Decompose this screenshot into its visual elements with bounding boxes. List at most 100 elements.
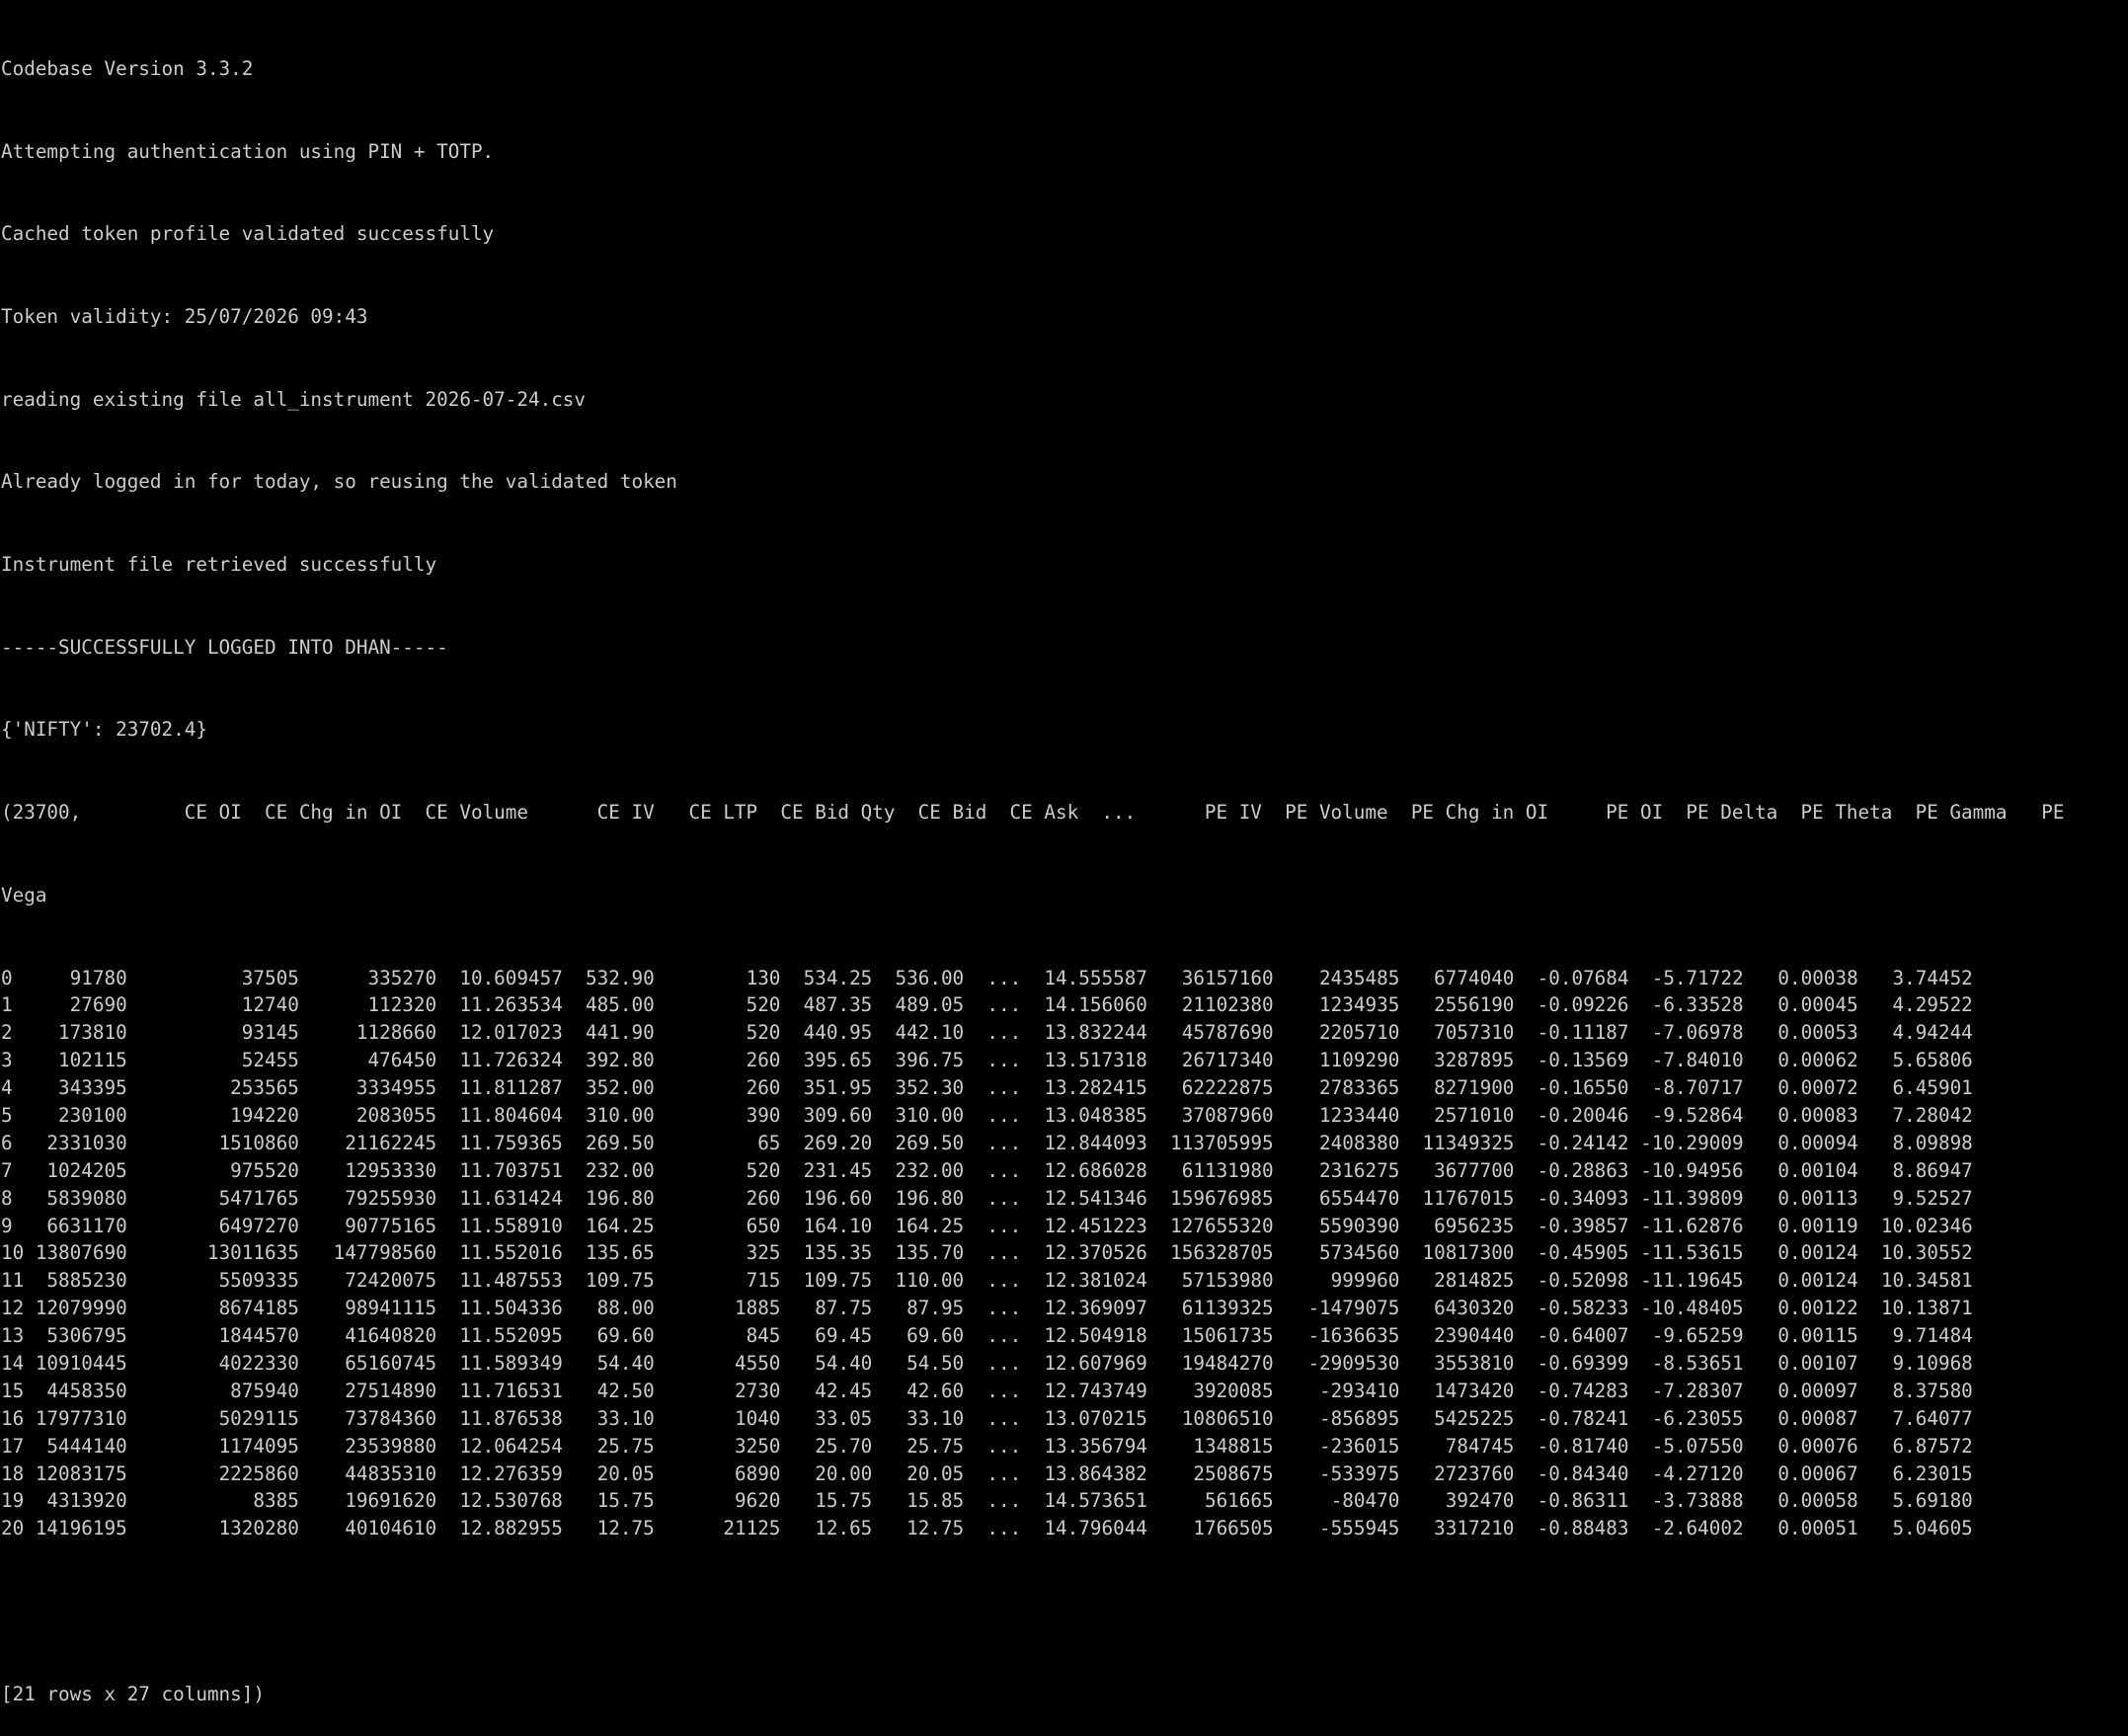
- table-row: 0 91780 37505 335270 10.609457 532.90 13…: [1, 965, 2128, 992]
- table-cell: 25.75: [562, 1434, 655, 1458]
- row-index: 4: [1, 1076, 25, 1100]
- table-cell: 15.75: [562, 1489, 655, 1513]
- table-cell: 1473420: [1399, 1379, 1515, 1402]
- table-cell: 5590390: [1273, 1214, 1400, 1237]
- table-row: 12 12079990 8674185 98941115 11.504336 8…: [1, 1295, 2128, 1322]
- table-cell: -0.28863: [1514, 1158, 1629, 1182]
- table-cell: -0.20046: [1514, 1104, 1629, 1127]
- table-cell: 10.34581: [1857, 1269, 1973, 1293]
- table-cell: 3317210: [1399, 1517, 1515, 1540]
- table-cell: 10.02346: [1857, 1214, 1973, 1237]
- table-cell: 2556190: [1399, 993, 1515, 1017]
- log-line: Cached token profile validated successfu…: [1, 222, 495, 246]
- table-cell: 4313920: [24, 1489, 127, 1513]
- table-cell: 534.25: [780, 966, 873, 989]
- table-cell: 2316275: [1273, 1158, 1400, 1182]
- table-cell: 20.05: [872, 1461, 965, 1485]
- table-cell: 8.09898: [1857, 1131, 1973, 1154]
- table-row: 13 5306795 1844570 41640820 11.552095 69…: [1, 1322, 2128, 1350]
- table-cell: ...: [964, 1406, 1022, 1430]
- table-cell: 73784360: [298, 1406, 437, 1430]
- table-cell: 4.29522: [1857, 993, 1973, 1017]
- table-cell: 5885230: [24, 1269, 127, 1293]
- table-cell: 11.876538: [436, 1406, 563, 1430]
- table-cell: 196.80: [562, 1186, 655, 1210]
- table-cell: 0.00038: [1743, 966, 1858, 989]
- table-cell: 12.75: [872, 1517, 965, 1540]
- table-cell: 19484270: [1146, 1352, 1274, 1376]
- table-cell: 5471765: [126, 1186, 299, 1210]
- table-cell: 310.00: [562, 1104, 655, 1127]
- terminal-output[interactable]: Codebase Version 3.3.2 Attempting authen…: [0, 0, 2128, 1705]
- table-cell: 12.541346: [1021, 1186, 1147, 1210]
- table-cell: 90775165: [298, 1214, 437, 1237]
- table-cell: 232.00: [562, 1158, 655, 1182]
- table-cell: 52455: [126, 1049, 299, 1072]
- table-cell: -6.33528: [1628, 993, 1744, 1017]
- table-cell: 5029115: [126, 1406, 299, 1430]
- table-cell: 25.70: [780, 1434, 873, 1458]
- table-row: 19 4313920 8385 19691620 12.530768 15.75…: [1, 1487, 2128, 1515]
- table-cell: 110.00: [872, 1269, 965, 1293]
- table-cell: 11.558910: [436, 1214, 563, 1237]
- table-cell: 520: [654, 1021, 781, 1045]
- table-cell: 13.070215: [1021, 1406, 1147, 1430]
- table-cell: 6.45901: [1857, 1076, 1973, 1100]
- table-cell: -0.81740: [1514, 1434, 1629, 1458]
- table-cell: ...: [964, 1297, 1022, 1320]
- table-cell: ...: [964, 1076, 1022, 1100]
- table-cell: -0.86311: [1514, 1489, 1629, 1513]
- table-cell: 650: [654, 1214, 781, 1237]
- table-cell: -0.69399: [1514, 1352, 1629, 1376]
- table-cell: 325: [654, 1241, 781, 1265]
- table-cell: 253565: [126, 1076, 299, 1100]
- table-cell: 12.743749: [1021, 1379, 1147, 1402]
- table-cell: 12083175: [24, 1461, 127, 1485]
- table-cell: 4458350: [24, 1379, 127, 1402]
- table-cell: 12.504918: [1021, 1324, 1147, 1348]
- table-cell: -0.09226: [1514, 993, 1629, 1017]
- row-index: 1: [1, 993, 25, 1017]
- table-cell: 0.00094: [1743, 1131, 1858, 1154]
- table-cell: 11.759365: [436, 1131, 563, 1154]
- table-cell: 17977310: [24, 1406, 127, 1430]
- table-cell: ...: [964, 1214, 1022, 1237]
- table-cell: 4.94244: [1857, 1021, 1973, 1045]
- row-index: 15: [1, 1379, 25, 1402]
- table-cell: ...: [964, 1049, 1022, 1072]
- table-cell: 10.13871: [1857, 1297, 1973, 1320]
- table-cell: 3287895: [1399, 1049, 1515, 1072]
- table-cell: -2909530: [1273, 1352, 1400, 1376]
- table-cell: -0.52098: [1514, 1269, 1629, 1293]
- table-cell: 61131980: [1146, 1158, 1274, 1182]
- table-cell: 61139325: [1146, 1297, 1274, 1320]
- table-cell: 441.90: [562, 1021, 655, 1045]
- log-line: Attempting authentication using PIN + TO…: [1, 139, 495, 163]
- table-row: 5 230100 194220 2083055 11.804604 310.00…: [1, 1102, 2128, 1130]
- table-cell: 65160745: [298, 1352, 437, 1376]
- table-row: 20 14196195 1320280 40104610 12.882955 1…: [1, 1515, 2128, 1542]
- table-cell: 135.70: [872, 1241, 965, 1265]
- table-cell: ...: [964, 1434, 1022, 1458]
- table-cell: 0.00122: [1743, 1297, 1858, 1320]
- table-header-wrap: Vega: [1, 883, 47, 907]
- table-row: 17 5444140 1174095 23539880 12.064254 25…: [1, 1433, 2128, 1460]
- table-cell: 1024205: [24, 1158, 127, 1182]
- table-cell: 0.00051: [1743, 1517, 1858, 1540]
- table-cell: ...: [964, 1379, 1022, 1402]
- table-cell: 5.04605: [1857, 1517, 1973, 1540]
- table-cell: 11.552095: [436, 1324, 563, 1348]
- table-cell: 2783365: [1273, 1076, 1400, 1100]
- table-cell: 715: [654, 1269, 781, 1293]
- table-cell: 14196195: [24, 1517, 127, 1540]
- table-cell: 5425225: [1399, 1406, 1515, 1430]
- table-cell: 14.796044: [1021, 1517, 1147, 1540]
- table-row: 18 12083175 2225860 44835310 12.276359 2…: [1, 1460, 2128, 1488]
- table-cell: 12.381024: [1021, 1269, 1147, 1293]
- table-cell: ...: [964, 1104, 1022, 1127]
- table-cell: 260: [654, 1049, 781, 1072]
- table-cell: 5734560: [1273, 1241, 1400, 1265]
- table-cell: 3553810: [1399, 1352, 1515, 1376]
- table-cell: 2408380: [1273, 1131, 1400, 1154]
- table-cell: 15.75: [780, 1489, 873, 1513]
